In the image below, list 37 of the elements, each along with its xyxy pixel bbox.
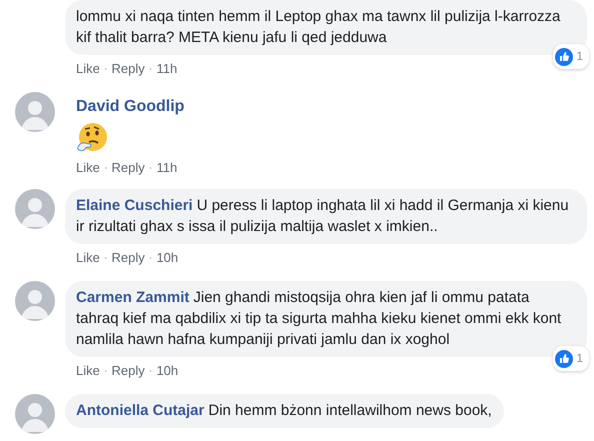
timestamp[interactable]: 11h xyxy=(156,160,178,175)
separator-dot: · xyxy=(104,252,108,264)
like-link[interactable]: Like xyxy=(76,250,100,265)
reply-link[interactable]: Reply xyxy=(112,61,145,76)
author-name[interactable]: Antoniella Cutajar xyxy=(76,402,204,419)
separator-dot: · xyxy=(148,162,152,174)
reaction-count: 1 xyxy=(576,350,583,367)
avatar[interactable] xyxy=(15,189,55,229)
separator-dot: · xyxy=(104,162,108,174)
timestamp[interactable]: 10h xyxy=(156,250,178,265)
author-name[interactable]: Carmen Zammit xyxy=(76,289,190,306)
reply-link[interactable]: Reply xyxy=(112,250,145,265)
like-link[interactable]: Like xyxy=(76,363,100,378)
reaction-badge[interactable]: 1 xyxy=(553,44,589,69)
timestamp[interactable]: 11h xyxy=(156,61,178,76)
reply-link[interactable]: Reply xyxy=(112,363,145,378)
like-link[interactable]: Like xyxy=(76,160,100,175)
author-name[interactable]: Elaine Cuschieri xyxy=(76,197,193,214)
separator-dot: · xyxy=(148,252,152,264)
avatar[interactable] xyxy=(15,394,55,434)
separator-dot: · xyxy=(148,62,152,74)
comment-text: Antoniella Cutajar Din hemm bżonn intellawilhom news book, xyxy=(76,401,492,421)
like-reaction-icon xyxy=(555,350,574,368)
timestamp[interactable]: 10h xyxy=(156,363,178,378)
reply-link[interactable]: Reply xyxy=(112,160,145,175)
like-reaction-icon xyxy=(555,48,574,66)
like-link[interactable]: Like xyxy=(76,61,100,76)
separator-dot: · xyxy=(104,62,108,74)
author-name[interactable]: David Goodlip xyxy=(76,98,184,116)
avatar[interactable] xyxy=(15,92,55,132)
separator-dot: · xyxy=(104,364,108,376)
reaction-badge[interactable]: 1 xyxy=(553,346,589,371)
comment-text: Elaine Cuschieri U peress li laptop inghata lil xi hadd il Germanja xi kienu ir rizultati ghax s issa il pulizija maltija waslet x imkien.. xyxy=(76,196,570,237)
avatar[interactable] xyxy=(15,281,55,321)
thinking-face-emoji xyxy=(76,122,108,154)
separator-dot: · xyxy=(148,364,152,376)
reaction-count: 1 xyxy=(576,48,583,65)
